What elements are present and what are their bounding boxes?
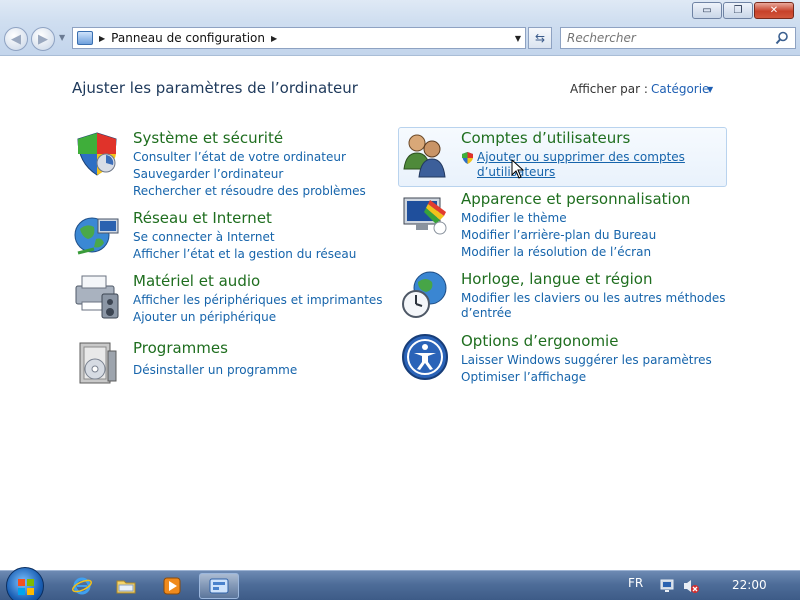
- breadcrumb-arrow-icon[interactable]: ▶: [271, 34, 277, 43]
- folder-icon: [116, 580, 136, 594]
- link-connect-internet[interactable]: Se connecter à Internet: [133, 230, 275, 244]
- control-panel-icon: [77, 31, 93, 45]
- link-change-theme[interactable]: Modifier le thème: [461, 211, 567, 225]
- recent-pages-dropdown[interactable]: ▼: [59, 33, 65, 42]
- link-add-remove-accounts[interactable]: Ajouter ou supprimer des comptes: [477, 150, 685, 164]
- taskbar-explorer[interactable]: [108, 573, 144, 599]
- network-tray-icon[interactable]: [660, 578, 676, 594]
- content-area: Ajuster les paramètres de l’ordinateur A…: [0, 57, 800, 570]
- category-title[interactable]: Horloge, langue et région: [461, 270, 652, 288]
- page-title: Ajuster les paramètres de l’ordinateur: [72, 79, 358, 97]
- breadcrumb-control-panel[interactable]: Panneau de configuration: [111, 31, 265, 45]
- category-title[interactable]: Comptes d’utilisateurs: [461, 129, 630, 147]
- back-button[interactable]: ◀: [4, 27, 28, 51]
- maximize-button[interactable]: ❐: [723, 2, 753, 19]
- volume-muted-icon[interactable]: [683, 578, 699, 594]
- search-box[interactable]: [560, 27, 796, 49]
- minimize-button[interactable]: ▭: [692, 2, 722, 19]
- link-change-resolution[interactable]: Modifier la résolution de l’écran: [461, 245, 651, 259]
- category-title[interactable]: Système et sécurité: [133, 129, 283, 147]
- programs-icon: [79, 342, 117, 384]
- search-input[interactable]: [561, 31, 761, 45]
- link-check-computer-status[interactable]: Consulter l’état de votre ordinateur: [133, 150, 346, 164]
- window-chrome: ▭ ❐ ✕ ◀ ▶ ▼ ▶ Panneau de configuration ▶…: [0, 0, 800, 56]
- view-by-dropdown[interactable]: Catégorie: [651, 82, 709, 96]
- windows-logo-icon: [18, 579, 34, 595]
- forward-button[interactable]: ▶: [31, 27, 55, 51]
- link-backup-computer[interactable]: Sauvegarder l’ordinateur: [133, 167, 283, 181]
- control-panel-icon: [209, 578, 229, 594]
- link-troubleshoot[interactable]: Rechercher et résoudre des problèmes: [133, 184, 366, 198]
- view-by-caret-icon[interactable]: ▼: [707, 85, 713, 94]
- link-devices-printers[interactable]: Afficher les périphériques et imprimante…: [133, 293, 383, 307]
- printer-icon: [75, 275, 119, 319]
- clock[interactable]: 22:00: [732, 578, 767, 592]
- link-add-device[interactable]: Ajouter un périphérique: [133, 310, 276, 324]
- link-network-status[interactable]: Afficher l’état et la gestion du réseau: [133, 247, 356, 261]
- shield-icon: [77, 132, 117, 176]
- internet-explorer-icon: [72, 577, 92, 595]
- clock-globe-icon: [402, 271, 447, 318]
- link-optimize-display[interactable]: Optimiser l’affichage: [461, 370, 586, 384]
- start-button[interactable]: [6, 567, 44, 600]
- taskbar-internet-explorer[interactable]: [64, 573, 100, 599]
- category-title[interactable]: Apparence et personnalisation: [461, 190, 690, 208]
- breadcrumb-arrow-icon[interactable]: ▶: [99, 34, 105, 43]
- close-button[interactable]: ✕: [754, 2, 794, 19]
- link-change-keyboards[interactable]: Modifier les claviers ou les autres méth…: [461, 291, 726, 305]
- accessibility-icon: [402, 334, 448, 380]
- category-title[interactable]: Réseau et Internet: [133, 209, 272, 227]
- media-player-icon: [163, 577, 181, 595]
- users-icon: [403, 134, 446, 178]
- link-windows-suggest-settings[interactable]: Laisser Windows suggérer les paramètres: [461, 353, 712, 367]
- address-dropdown-icon[interactable]: ▼: [515, 34, 521, 43]
- taskbar-control-panel[interactable]: [199, 573, 239, 599]
- category-title[interactable]: Options d’ergonomie: [461, 332, 618, 350]
- category-title[interactable]: Matériel et audio: [133, 272, 260, 290]
- link-change-background[interactable]: Modifier l’arrière-plan du Bureau: [461, 228, 656, 242]
- taskbar: FR 22:00: [0, 567, 800, 600]
- monitor-paint-icon: [403, 197, 447, 235]
- refresh-button[interactable]: ⇆: [528, 27, 552, 49]
- language-indicator[interactable]: FR: [628, 576, 643, 590]
- window-controls: ▭ ❐ ✕: [692, 2, 794, 19]
- link-change-keyboards-cont[interactable]: d’entrée: [461, 306, 512, 320]
- address-bar[interactable]: ▶ Panneau de configuration ▶ ▼: [72, 27, 526, 49]
- search-icon[interactable]: [775, 31, 789, 45]
- category-title[interactable]: Programmes: [133, 339, 228, 357]
- mouse-pointer-icon: [511, 159, 525, 179]
- taskbar-media-player[interactable]: [154, 573, 190, 599]
- link-uninstall-program[interactable]: Désinstaller un programme: [133, 363, 297, 377]
- uac-shield-icon: [462, 152, 473, 164]
- network-globe-icon: [74, 217, 119, 255]
- view-by-label: Afficher par :: [570, 82, 648, 96]
